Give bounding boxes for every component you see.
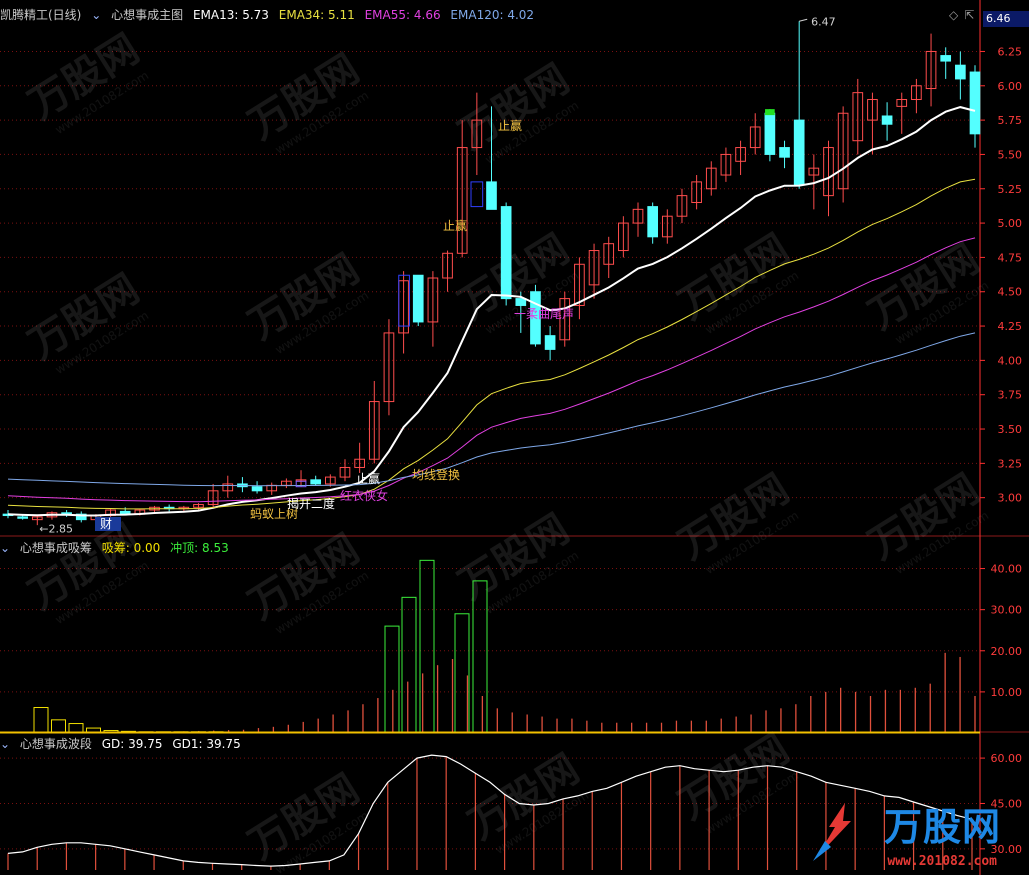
tick-label: 10.00 [991, 686, 1023, 699]
y-axis-ticks: 3.00 3.25 3.50 3.75 4.00 4.25 4.50 4.75 5.00 5.25… [980, 45, 1023, 856]
logo-url: www.201082.com [887, 854, 997, 869]
tick-label: 3.50 [998, 423, 1023, 436]
tick-label: 4.00 [998, 354, 1023, 367]
high-price-pointer [799, 18, 808, 22]
tick-label: 5.50 [998, 148, 1023, 161]
annotation-label: 止赢 [443, 218, 467, 233]
chongding-bar [384, 625, 400, 734]
candle-body [500, 206, 512, 300]
signal-box [470, 181, 484, 208]
candle-body [779, 147, 790, 158]
ema34-line [7, 178, 976, 510]
grid-lines [0, 50, 1029, 850]
chevron-down-icon[interactable]: ⌄ [0, 541, 10, 555]
candle-body [17, 516, 28, 519]
candle-body [955, 64, 966, 80]
candle-body [881, 115, 893, 125]
gd-label: GD: 39.75 [101, 737, 163, 751]
candle-body [515, 298, 527, 306]
tick-label: 5.25 [998, 183, 1023, 196]
ema120-label: EMA120: 4.02 [450, 8, 535, 22]
candle-body [940, 55, 952, 62]
candle-body [486, 181, 497, 210]
low-price-marker: ←2.85 [39, 522, 73, 535]
ema13-label: EMA13: 5.73 [192, 8, 269, 22]
annotation-layer: 财蚂蚁上树揭开二度红衣侠女止赢 均线登换止赢止赢一柔曲尾声 [95, 109, 775, 531]
xichou-label: 吸筹: 0.00 [101, 541, 161, 555]
accumulation-panel-header: ⌄ 心想事成吸筹 吸筹: 0.00 冲顶: 8.53 [0, 539, 235, 557]
expand-icon[interactable]: ⇱ [964, 8, 974, 22]
ema55-label: EMA55: 4.66 [364, 8, 441, 22]
annotation-label: 止赢 [498, 118, 522, 133]
candle-body [544, 335, 556, 350]
candle-body [764, 112, 776, 155]
annotation-label: 一柔曲尾声 [514, 307, 574, 321]
arrow-logo-icon [813, 803, 851, 861]
annotation-label: 止赢 [356, 471, 380, 486]
candle-body [310, 479, 322, 485]
tick-label: 3.75 [998, 389, 1023, 402]
wave-panel-header: ⌄ 心想事成波段 GD: 39.75 GD1: 39.75 [0, 735, 247, 753]
annotation-label: 红衣侠女 [340, 488, 388, 503]
ema120-line [7, 332, 976, 487]
annotation-label: 均线登换 [412, 467, 460, 482]
xichou-bar [51, 719, 66, 734]
signal-box [398, 274, 410, 327]
ema34-label: EMA34: 5.11 [278, 8, 355, 22]
xichou-bar [33, 707, 49, 734]
tick-label: 20.00 [991, 645, 1023, 658]
candle-body [647, 206, 659, 238]
tick-label: 3.00 [998, 492, 1023, 505]
tick-label: 6.00 [998, 80, 1023, 93]
main-indicator-name[interactable]: 心想事成主图 [111, 8, 183, 22]
signal-marker [765, 109, 775, 116]
tick-label: 60.00 [991, 752, 1023, 765]
candle-body [251, 486, 263, 492]
chevron-down-icon[interactable]: ⌄ [0, 737, 10, 751]
tick-label: 4.75 [998, 251, 1023, 264]
tick-label: 3.25 [998, 457, 1023, 470]
tick-label: 40.00 [991, 563, 1023, 576]
tick-label: 4.50 [998, 286, 1023, 299]
chevron-down-icon[interactable]: ⌄ [91, 8, 101, 22]
tick-label: 30.00 [991, 604, 1023, 617]
wave-indicator-name[interactable]: 心想事成波段 [20, 737, 92, 751]
tick-label: 6.25 [998, 45, 1023, 58]
tick-label: 5.00 [998, 217, 1023, 230]
annotation-label: 财 [100, 517, 112, 531]
chongding-label: 冲顶: 8.53 [170, 541, 229, 555]
annotation-label: 揭开二度 [287, 496, 335, 511]
gd1-label: GD1: 39.75 [172, 737, 241, 751]
candle-body [969, 71, 981, 135]
accumulation-indicator-name[interactable]: 心想事成吸筹 [20, 541, 92, 555]
tick-label: 4.25 [998, 320, 1023, 333]
main-panel-header: 凯腾精工(日线) ⌄ 心想事成主图 EMA13: 5.73 EMA34: 5.1… [0, 6, 540, 24]
logo-wordmark: 万股网 [883, 805, 1001, 849]
tick-label: 5.75 [998, 114, 1023, 127]
chongding-bar [401, 596, 417, 734]
candle-body [412, 274, 424, 323]
diamond-icon[interactable]: ◇ [949, 8, 958, 22]
candle-body [793, 119, 805, 186]
high-price-marker: 6.47 [811, 15, 836, 28]
current-price-tag: 6.46 [983, 11, 1029, 27]
stock-title[interactable]: 凯腾精工(日线) [0, 8, 81, 22]
site-logo: 万股网 www.201082.com [811, 791, 1001, 869]
